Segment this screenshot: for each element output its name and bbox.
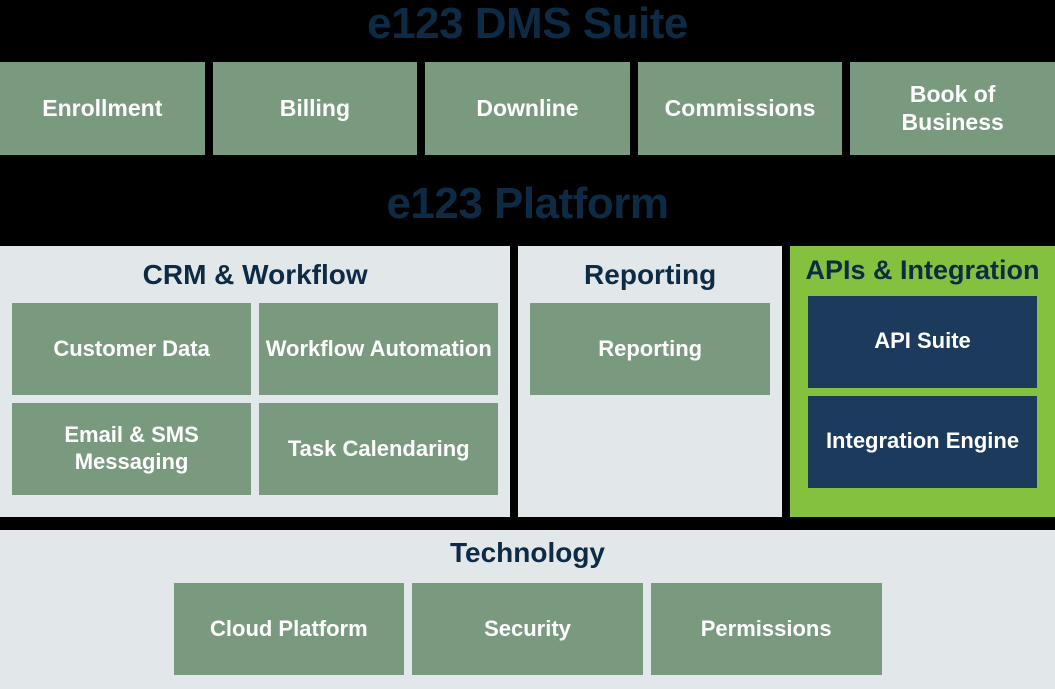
apis-tile-label: Integration Engine <box>825 428 1020 454</box>
apis-tile-list: API Suite Integration Engine <box>808 295 1037 488</box>
technology-tile-security[interactable]: Security <box>412 582 643 675</box>
platform-panel-reporting: Reporting Reporting <box>518 246 782 517</box>
suite-section-title: e123 DMS Suite <box>367 0 688 48</box>
technology-tile-label: Permissions <box>700 615 832 641</box>
suite-tile-commissions[interactable]: Commissions <box>637 62 843 155</box>
apis-tile-label: API Suite <box>874 328 971 354</box>
panel-heading-apis-integration: APIs & Integration <box>805 255 1040 285</box>
technology-tile-cloud-platform[interactable]: Cloud Platform <box>173 582 405 675</box>
reporting-tile-label: Reporting <box>598 335 703 361</box>
suite-tile-label: Commissions <box>664 94 816 121</box>
platform-section-title: e123 Platform <box>386 179 669 228</box>
reporting-tile-list: Reporting <box>530 302 770 395</box>
suite-tile-label: Downline <box>476 94 579 121</box>
panel-heading-reporting: Reporting <box>584 259 717 290</box>
suite-tile-book-of-business[interactable]: Book of Business <box>850 62 1055 155</box>
suite-tile-row: Enrollment Billing Downline Commissions … <box>0 62 1055 155</box>
platform-panel-crm-workflow: CRM & Workflow Customer Data Workflow Au… <box>0 246 511 517</box>
apis-tile-integration-engine[interactable]: Integration Engine <box>808 395 1037 488</box>
crm-tile-label: Workflow Automation <box>265 335 492 361</box>
suite-tile-billing[interactable]: Billing <box>212 62 418 155</box>
suite-tile-downline[interactable]: Downline <box>425 62 630 155</box>
reporting-tile-reporting[interactable]: Reporting <box>530 302 770 395</box>
crm-tile-workflow-automation[interactable]: Workflow Automation <box>259 302 499 395</box>
suite-tile-label: Book of Business <box>901 81 1004 135</box>
technology-panel: Technology Cloud Platform Security Permi… <box>0 530 1055 689</box>
architecture-diagram: e123 DMS Suite Enrollment Billing Downli… <box>0 0 1055 689</box>
crm-tile-customer-data[interactable]: Customer Data <box>12 302 252 395</box>
technology-tile-permissions[interactable]: Permissions <box>650 582 882 675</box>
technology-tile-label: Cloud Platform <box>210 615 368 641</box>
crm-tile-task-calendaring[interactable]: Task Calendaring <box>259 402 499 495</box>
panel-heading-crm-workflow: CRM & Workflow <box>142 259 368 290</box>
suite-tile-label: Billing <box>279 94 351 121</box>
technology-tile-row: Cloud Platform Security Permissions <box>173 582 882 675</box>
crm-tile-label: Email & SMS Messaging <box>64 422 199 474</box>
suite-tile-label: Enrollment <box>42 94 163 121</box>
technology-heading: Technology <box>449 537 606 568</box>
suite-tile-enrollment[interactable]: Enrollment <box>0 62 205 155</box>
crm-tile-email-sms-messaging[interactable]: Email & SMS Messaging <box>12 402 252 495</box>
technology-tile-label: Security <box>484 615 571 641</box>
platform-panel-row: CRM & Workflow Customer Data Workflow Au… <box>0 246 1055 517</box>
crm-tile-grid: Customer Data Workflow Automation Email … <box>12 302 499 495</box>
platform-panel-apis-integration: APIs & Integration API Suite Integration… <box>790 246 1055 517</box>
crm-tile-label: Customer Data <box>53 335 210 361</box>
crm-tile-label: Task Calendaring <box>287 435 470 461</box>
apis-tile-api-suite[interactable]: API Suite <box>808 295 1037 388</box>
